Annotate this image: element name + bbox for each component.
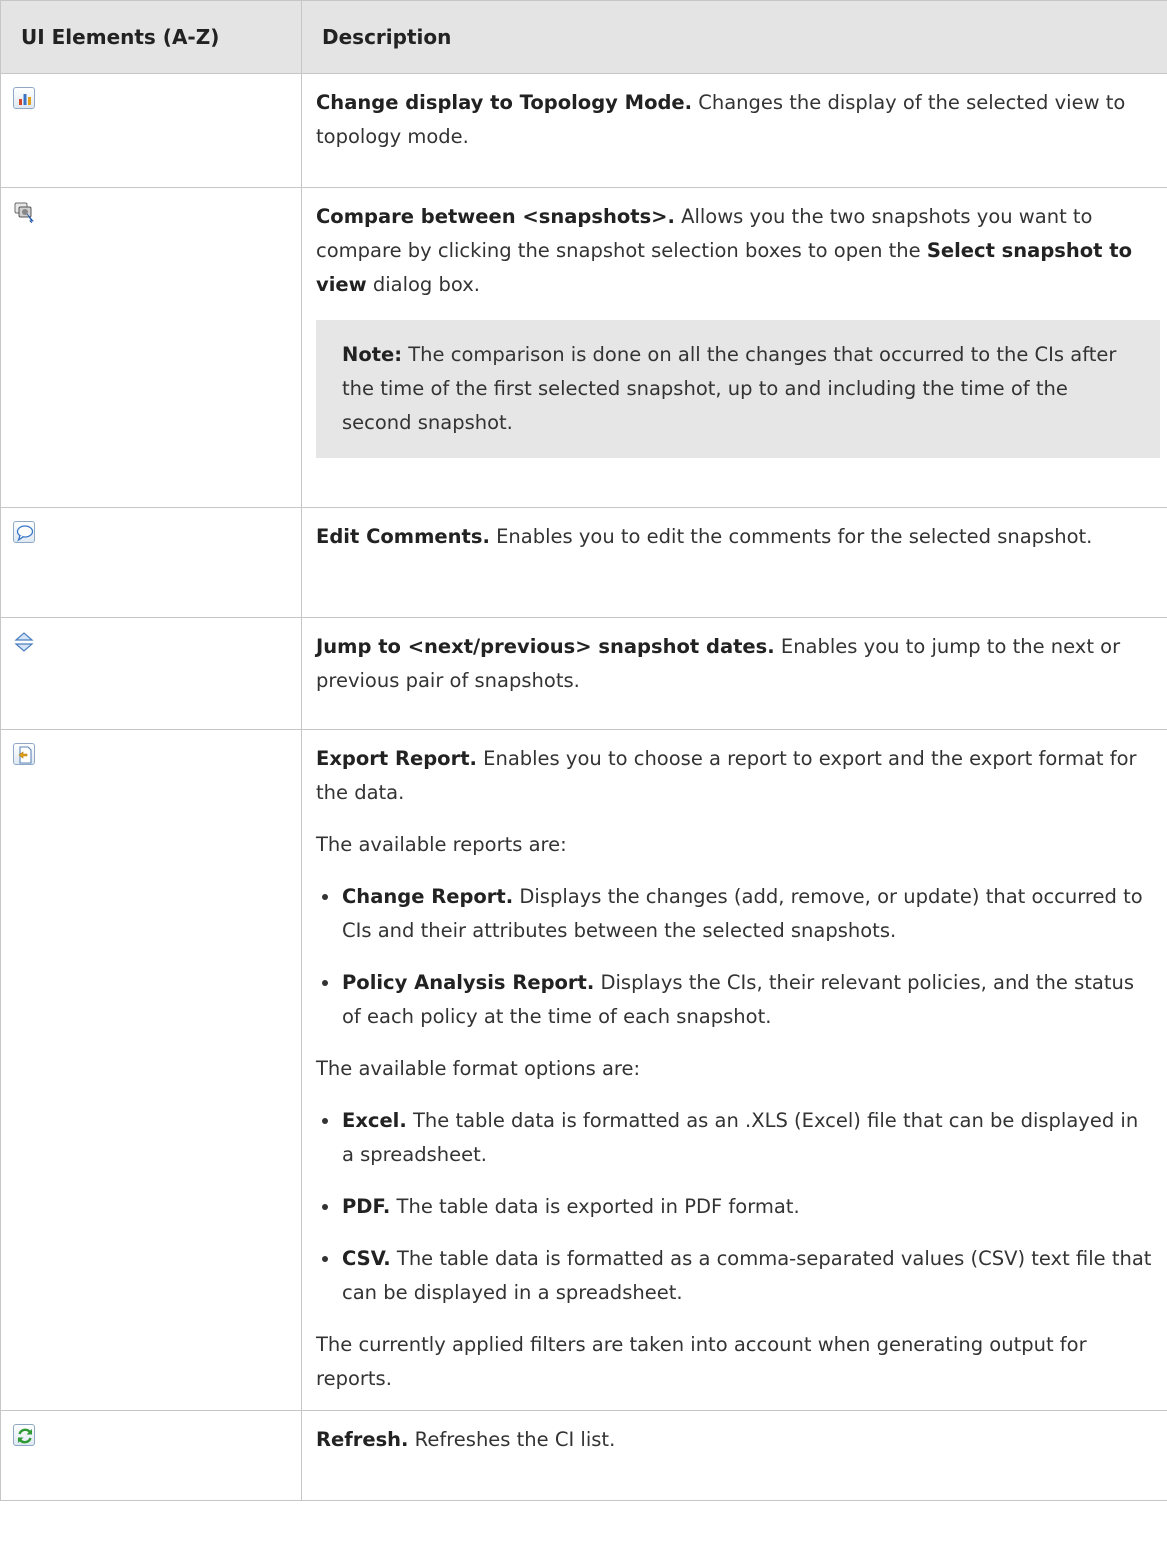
list-item-label: Policy Analysis Report. (342, 971, 595, 994)
description-cell: Compare between <snapshots>. Allows you … (301, 187, 1167, 508)
item-title: Change display to Topology Mode. (316, 91, 693, 114)
icon-cell (0, 729, 302, 1411)
list-item: Excel. The table data is formatted as an… (316, 1104, 1153, 1172)
table-row: Edit Comments. Enables you to edit the c… (0, 507, 1167, 618)
note-box: Note: The comparison is done on all the … (316, 320, 1160, 458)
reports-intro: The available reports are: (316, 833, 567, 856)
reports-list: Change Report. Displays the changes (add… (316, 880, 1153, 1034)
edit-comments-icon (13, 521, 35, 543)
description-cell: Edit Comments. Enables you to edit the c… (301, 507, 1167, 618)
description-cell: Export Report. Enables you to choose a r… (301, 729, 1167, 1411)
list-item: PDF. The table data is exported in PDF f… (316, 1190, 1153, 1224)
item-description: Enables you to edit the comments for the… (489, 525, 1093, 548)
list-item-text: The table data is formatted as a comma-s… (342, 1247, 1152, 1304)
formats-intro: The available format options are: (316, 1057, 641, 1080)
item-title: Edit Comments. (316, 525, 490, 548)
item-title: Jump to <next/previous> snapshot dates. (316, 635, 775, 658)
note-text: The comparison is done on all the change… (342, 343, 1117, 434)
icon-cell (0, 1410, 302, 1501)
table-row: Compare between <snapshots>. Allows you … (0, 187, 1167, 508)
list-item-label: Excel. (342, 1109, 407, 1132)
jump-snapshot-dates-icon (13, 631, 35, 653)
export-report-icon (13, 743, 35, 765)
description-cell: Change display to Topology Mode. Changes… (301, 73, 1167, 188)
compare-snapshots-icon (13, 201, 35, 223)
table-row: Jump to <next/previous> snapshot dates. … (0, 617, 1167, 730)
note-label: Note: (342, 343, 403, 366)
formats-list: Excel. The table data is formatted as an… (316, 1104, 1153, 1310)
item-title: Compare between <snapshots>. (316, 205, 675, 228)
item-description: Refreshes the CI list. (408, 1428, 616, 1451)
ui-elements-table: UI Elements (A-Z) Description Change dis… (0, 0, 1167, 1501)
item-title: Refresh. (316, 1428, 409, 1451)
list-item: Change Report. Displays the changes (add… (316, 880, 1153, 948)
column-header-ui-elements: UI Elements (A-Z) (0, 0, 302, 74)
icon-cell (0, 617, 302, 730)
filters-note: The currently applied filters are taken … (316, 1333, 1087, 1390)
refresh-icon (13, 1424, 35, 1446)
table-row: Change display to Topology Mode. Changes… (0, 73, 1167, 188)
column-header-description: Description (301, 0, 1167, 74)
icon-cell (0, 187, 302, 508)
list-item: CSV. The table data is formatted as a co… (316, 1242, 1153, 1310)
item-description-end: dialog box. (366, 273, 480, 296)
table-row: Refresh. Refreshes the CI list. (0, 1410, 1167, 1501)
description-cell: Jump to <next/previous> snapshot dates. … (301, 617, 1167, 730)
icon-cell (0, 507, 302, 618)
item-title: Export Report. (316, 747, 477, 770)
table-row: Export Report. Enables you to choose a r… (0, 729, 1167, 1411)
list-item-text: The table data is formatted as an .XLS (… (342, 1109, 1139, 1166)
table-header-row: UI Elements (A-Z) Description (0, 0, 1167, 74)
list-item-text: The table data is exported in PDF format… (390, 1195, 800, 1218)
list-item-label: CSV. (342, 1247, 391, 1270)
list-item-label: Change Report. (342, 885, 514, 908)
description-cell: Refresh. Refreshes the CI list. (301, 1410, 1167, 1501)
list-item-label: PDF. (342, 1195, 391, 1218)
icon-cell (0, 73, 302, 188)
topology-mode-icon (13, 87, 35, 109)
list-item: Policy Analysis Report. Displays the CIs… (316, 966, 1153, 1034)
